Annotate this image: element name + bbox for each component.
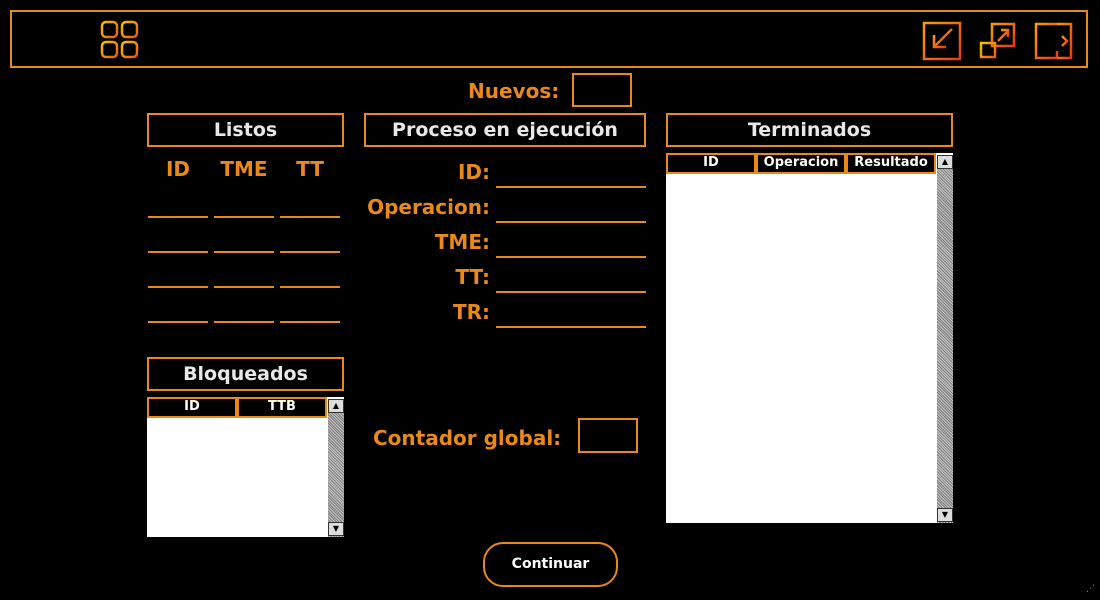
- terminados-header: Terminados: [666, 113, 953, 147]
- listos-cell: [280, 305, 340, 323]
- ejecucion-label-tt: TT:: [455, 265, 490, 289]
- ejecucion-field-operacion: [496, 205, 646, 223]
- listos-cell: [148, 235, 208, 253]
- bloqueados-col-ttb: TTB: [237, 397, 327, 418]
- listos-cell: [214, 200, 274, 218]
- ejecucion-field-tme: [496, 240, 646, 258]
- scroll-down-icon[interactable]: ▼: [937, 508, 953, 522]
- bloqueados-table[interactable]: ID TTB ▲ ▼: [147, 397, 344, 537]
- listos-cell: [214, 270, 274, 288]
- nuevos-field: [572, 73, 632, 107]
- terminados-col-id: ID: [666, 153, 756, 174]
- ejecucion-field-id: [496, 170, 646, 188]
- exit-icon[interactable]: [1033, 21, 1075, 61]
- ejecucion-label-tme: TME:: [434, 230, 490, 254]
- bloqueados-scrollbar[interactable]: [328, 399, 344, 537]
- listos-cell: [280, 270, 340, 288]
- grid-icon[interactable]: [100, 20, 142, 62]
- terminados-scrollbar[interactable]: [937, 155, 953, 523]
- contador-field: [578, 418, 638, 453]
- listos-header: Listos: [147, 113, 344, 147]
- listos-cell: [280, 200, 340, 218]
- ejecucion-label-id: ID:: [457, 160, 490, 184]
- terminados-table[interactable]: ID Operacion Resultado ▲ ▼: [666, 153, 953, 523]
- maximize-icon[interactable]: [978, 21, 1018, 61]
- resize-grip-icon[interactable]: ⋰: [1086, 585, 1098, 598]
- scroll-up-icon[interactable]: ▲: [328, 399, 344, 413]
- terminados-col-resultado: Resultado: [846, 153, 936, 174]
- ejecucion-label-tr: TR:: [452, 300, 490, 324]
- ejecucion-label-operacion: Operacion:: [367, 195, 490, 219]
- listos-cell: [214, 235, 274, 253]
- bloqueados-col-id: ID: [147, 397, 237, 418]
- listos-cell: [148, 200, 208, 218]
- ejecucion-field-tr: [496, 310, 646, 328]
- nuevos-label: Nuevos:: [468, 79, 560, 103]
- listos-col-id: ID: [165, 157, 191, 181]
- minimize-icon[interactable]: [922, 21, 962, 61]
- listos-cell: [214, 305, 274, 323]
- contador-label: Contador global:: [373, 426, 562, 450]
- scroll-down-icon[interactable]: ▼: [328, 522, 344, 536]
- listos-col-tt: TT: [296, 157, 324, 181]
- listos-cell: [148, 270, 208, 288]
- listos-cell: [148, 305, 208, 323]
- listos-cell: [280, 235, 340, 253]
- ejecucion-field-tt: [496, 275, 646, 293]
- listos-col-tme: TME: [220, 157, 268, 181]
- terminados-col-operacion: Operacion: [756, 153, 846, 174]
- bloqueados-header: Bloqueados: [147, 357, 344, 391]
- continuar-button[interactable]: Continuar: [483, 542, 618, 587]
- ejecucion-header: Proceso en ejecución: [364, 113, 646, 147]
- scroll-up-icon[interactable]: ▲: [937, 155, 953, 169]
